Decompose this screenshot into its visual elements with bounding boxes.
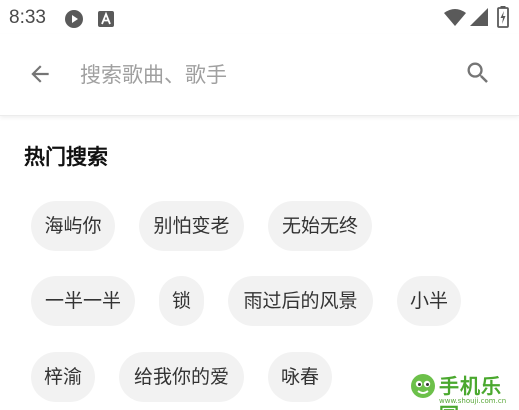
search-toolbar bbox=[0, 34, 519, 116]
wifi-icon bbox=[444, 8, 466, 30]
hot-search-title: 热门搜索 bbox=[24, 145, 108, 169]
back-button[interactable] bbox=[25, 61, 55, 91]
hot-search-chip[interactable]: 梓渝 bbox=[31, 352, 95, 402]
arrow-left-icon bbox=[27, 61, 53, 91]
hot-search-chip[interactable]: 别怕变老 bbox=[139, 201, 244, 251]
signal-icon bbox=[470, 8, 488, 30]
status-bar: 8:33 bbox=[0, 0, 519, 34]
hot-search-chip[interactable]: 无始无终 bbox=[268, 201, 372, 251]
search-icon bbox=[464, 59, 492, 91]
hot-search-chip[interactable]: 海屿你 bbox=[31, 201, 115, 251]
hot-search-chip[interactable]: 雨过后的风景 bbox=[228, 276, 373, 326]
a-box-icon bbox=[97, 10, 115, 32]
search-input[interactable] bbox=[80, 58, 450, 92]
search-button[interactable] bbox=[463, 60, 493, 90]
hot-search-chip[interactable]: 咏春 bbox=[268, 352, 332, 402]
play-circle-icon bbox=[64, 9, 84, 33]
status-time: 8:33 bbox=[9, 7, 46, 28]
battery-charging-icon bbox=[497, 6, 509, 32]
hot-search-chip[interactable]: 锁 bbox=[159, 276, 204, 326]
hot-search-chip[interactable]: 给我你的爱 bbox=[119, 352, 244, 402]
watermark-logo-icon bbox=[409, 372, 437, 404]
hot-search-chip[interactable]: 一半一半 bbox=[31, 276, 135, 326]
watermark: 手机乐园 www.shouji.com.cn bbox=[409, 368, 519, 410]
hot-search-chip[interactable]: 小半 bbox=[397, 276, 461, 326]
watermark-url: www.shouji.com.cn bbox=[439, 397, 507, 405]
